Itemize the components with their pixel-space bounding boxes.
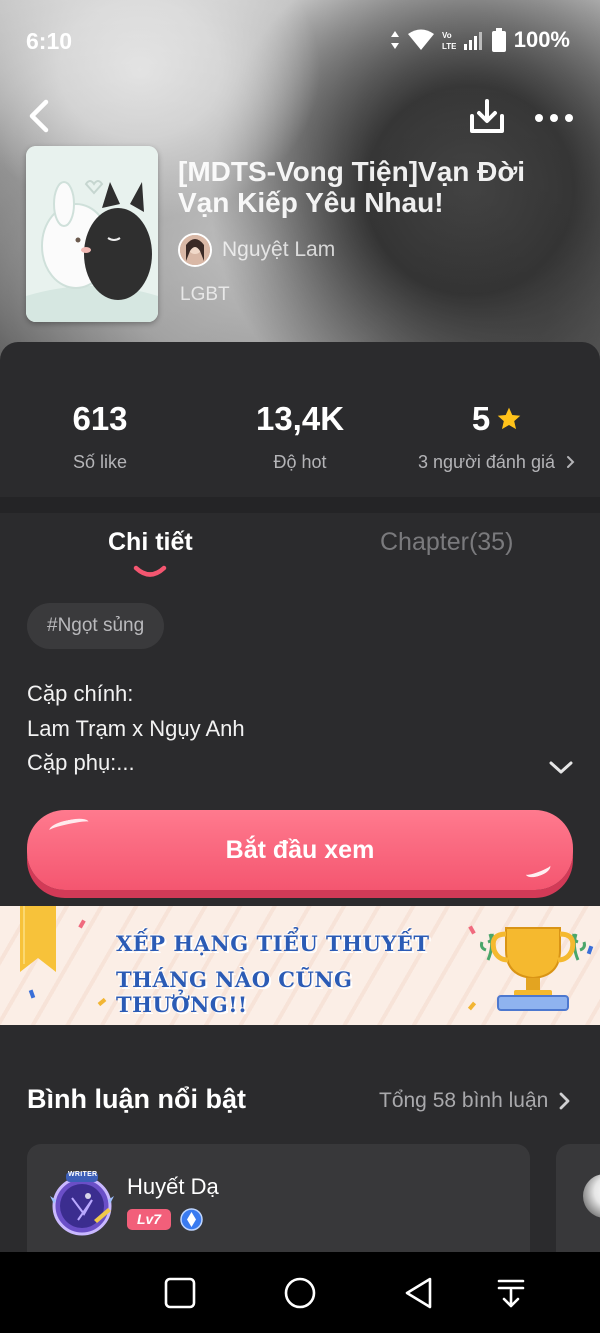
more-options-icon[interactable] [534,104,574,132]
hot-label: Độ hot [273,452,327,472]
genre-label[interactable]: LGBT [180,284,230,306]
svg-text:Vo: Vo [442,31,452,40]
star-icon [497,407,521,430]
back-nav-icon[interactable] [402,1276,436,1310]
rating-value: 5 [471,400,491,437]
likes-label: Số like [72,452,128,472]
book-cover[interactable] [26,146,158,322]
commenter-name[interactable]: Huyết Dạ [127,1174,219,1200]
tab-indicator [133,565,167,577]
stat-hot: 13,4K Độ hot [200,400,400,473]
description-line: Cặp chính: [27,681,134,706]
author-avatar[interactable] [178,233,212,267]
section-divider [0,497,600,513]
start-reading-label: Bắt đầu xem [225,835,375,864]
commenter-frame-label: WRITER [68,1171,98,1178]
banner-line-2: THÁNG NÀO CŨNG THƯỞNG!! [116,967,353,1017]
comments-section-title: Bình luận nổi bật [27,1084,246,1114]
description: Cặp chính: Lam Trạm x Ngụy Anh Cặp phụ:.… [27,677,245,781]
data-arrows-icon [390,31,399,49]
verified-badge-icon [180,1208,203,1231]
trophy-icon [480,927,586,1011]
author-name[interactable]: Nguyệt Lam [222,238,335,262]
signal-icon [463,32,482,50]
chevron-down-icon[interactable] [547,757,575,779]
book-title: [MDTS-Vong Tiện]Vạn Đời Vạn Kiếp Yêu Nha… [178,156,526,218]
status-bar: 6:10 Vo LTE 100% [0,0,600,80]
avatar [583,1174,600,1218]
banner-line-1: XẾP HẠNG TIỂU THUYẾT [116,931,430,956]
tab-details[interactable]: Chi tiết [108,528,193,557]
tag-chip[interactable]: #Ngọt sủng [27,603,165,649]
battery-icon [491,28,506,52]
home-icon[interactable] [283,1276,317,1310]
stat-likes: 613 Số like [0,400,200,473]
comments-total-link[interactable]: Tổng 58 bình luận [379,1089,548,1113]
start-reading-button[interactable]: Bắt đầu xem [27,810,573,890]
commenter-avatar[interactable] [48,1170,116,1238]
chevron-right-icon [566,456,575,468]
rating-label-row: 3 người đánh giá [397,452,597,473]
tab-chapters[interactable]: Chapter(35) [380,528,513,557]
status-time: 6:10 [26,28,73,54]
cover-illustration [26,146,158,322]
likes-value: 613 [72,400,128,437]
status-icons: Vo LTE 100% [390,27,570,53]
wifi-icon [407,29,434,50]
stat-rating[interactable]: 5 3 người đánh giá [397,400,597,473]
level-badge: Lv7 [127,1209,171,1230]
rating-count-label: 3 người đánh giá [418,452,555,472]
download-icon[interactable] [468,98,506,136]
back-icon[interactable] [22,96,54,136]
battery-percentage: 100% [513,27,570,52]
chevron-right-icon[interactable] [558,1090,572,1112]
rating-row: 5 [397,400,597,438]
description-line: Lam Trạm x Ngụy Anh [27,715,245,741]
button-gloss [523,859,553,881]
hot-value: 13,4K [255,400,345,437]
notification-pull-icon[interactable] [494,1276,528,1310]
bookmark-ribbon-icon [20,906,56,972]
volte-icon: Vo LTE [442,31,456,51]
description-line: Cặp phụ:... [27,750,135,775]
button-gloss [48,815,90,837]
recent-apps-icon[interactable] [163,1276,197,1310]
svg-text:LTE: LTE [442,42,456,51]
